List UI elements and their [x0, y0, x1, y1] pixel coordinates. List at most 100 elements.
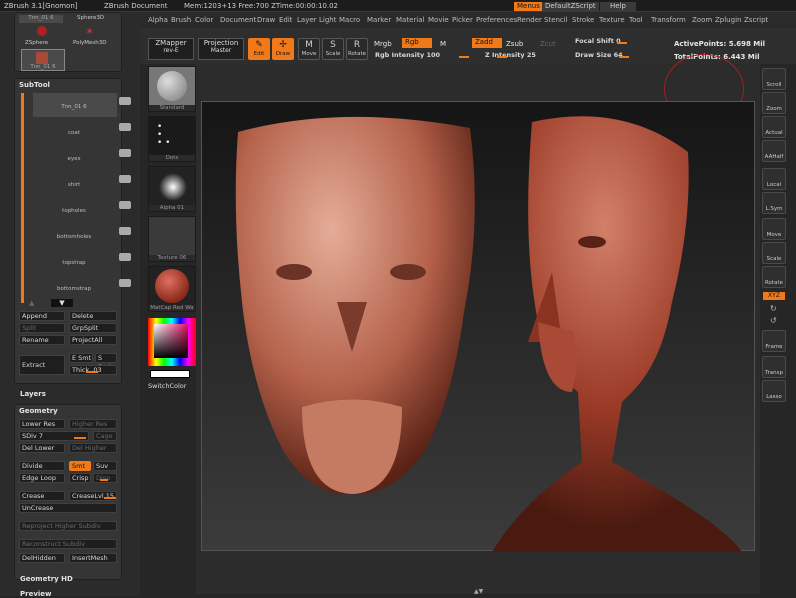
draw-size-slider[interactable]: Draw Size 64	[572, 50, 660, 60]
subtool-item[interactable]: shirt	[31, 171, 117, 189]
menu-stencil[interactable]: Stencil	[544, 16, 568, 24]
arrow-up-icon[interactable]: ▲	[29, 299, 34, 307]
rotate-button[interactable]: R Rotate	[346, 38, 368, 60]
divide-button[interactable]: Divide	[19, 461, 65, 471]
thick-slider-knob[interactable]	[86, 371, 98, 373]
menu-marker[interactable]: Marker	[367, 16, 391, 24]
zmapper-button[interactable]: ZMapper rev-E	[148, 38, 194, 60]
subtool-header[interactable]: SubTool	[19, 81, 50, 89]
secondary-color-swatch[interactable]	[150, 370, 190, 378]
menu-preferences[interactable]: Preferences	[476, 16, 517, 24]
rotate-z-icon[interactable]: ↺	[770, 316, 777, 325]
rgb-button[interactable]: Rgb	[402, 38, 432, 48]
menu-zoom[interactable]: Zoom	[692, 16, 712, 24]
draw-button[interactable]: ✢ Draw	[272, 38, 294, 60]
eye-icon[interactable]	[119, 253, 131, 261]
zoom-button[interactable]: Zoom	[762, 92, 786, 114]
disp-slider[interactable]: Disp	[93, 473, 117, 483]
reconstruct-subdiv-button[interactable]: Reconstruct Subdiv	[19, 539, 117, 549]
draw-size-knob[interactable]	[619, 56, 629, 58]
subtool-item[interactable]: Tnn_01 6	[31, 93, 117, 111]
creaselvl-slider-knob[interactable]	[104, 497, 116, 499]
smt-toggle[interactable]: Smt	[69, 461, 91, 471]
delete-button[interactable]: Delete	[69, 311, 117, 321]
rgb-intensity-knob[interactable]	[459, 56, 469, 58]
arrow-down-icon[interactable]: ▼	[51, 299, 73, 307]
eye-icon[interactable]	[119, 227, 131, 235]
eye-icon[interactable]	[119, 279, 131, 287]
reproject-higher-subdiv-button[interactable]: Reproject Higher Subdiv	[19, 521, 117, 531]
scale-view-button[interactable]: Scale	[762, 242, 786, 264]
menu-movie[interactable]: Movie	[428, 16, 449, 24]
preview-header[interactable]: Preview	[20, 590, 52, 598]
projectall-button[interactable]: ProjectAll	[69, 335, 117, 345]
subtool-item[interactable]: bottomholes	[31, 223, 117, 241]
rename-button[interactable]: Rename	[19, 335, 65, 345]
frame-button[interactable]: Frame	[762, 330, 786, 352]
subtool-item[interactable]: topholes	[31, 197, 117, 215]
edge-loop-button[interactable]: Edge Loop	[19, 473, 65, 483]
brush-standard-thumb[interactable]: Standard	[148, 66, 196, 112]
subtool-item[interactable]: bottomstrap	[31, 275, 117, 293]
eye-icon[interactable]	[119, 123, 131, 131]
crease-button[interactable]: Crease	[19, 491, 65, 501]
del-higher-button[interactable]: Del Higher	[69, 443, 117, 453]
focal-shift-knob[interactable]	[617, 42, 627, 44]
zsphere-icon[interactable]	[37, 26, 47, 36]
sdiv-slider[interactable]: SDiv 7	[19, 431, 89, 441]
stroke-dots-thumb[interactable]: • • • • Dots	[148, 116, 196, 162]
geometry-header[interactable]: Geometry	[19, 407, 58, 415]
lower-res-button[interactable]: Lower Res	[19, 419, 65, 429]
subtool-item[interactable]: eyes	[31, 145, 117, 163]
grpsplit-button[interactable]: GrpSplit	[69, 323, 117, 333]
zadd-button[interactable]: Zadd	[472, 38, 502, 48]
color-square[interactable]	[154, 324, 188, 358]
eye-icon[interactable]	[119, 201, 131, 209]
menu-material[interactable]: Material	[396, 16, 424, 24]
s-smt-slider[interactable]: S Smt	[95, 353, 117, 371]
focal-shift-slider[interactable]: Focal Shift 0	[572, 36, 660, 46]
lsym-button[interactable]: L.Sym	[762, 192, 786, 214]
menu-tool[interactable]: Tool	[629, 16, 643, 24]
menu-macro[interactable]: Macro	[339, 16, 360, 24]
del-lower-button[interactable]: Del Lower	[19, 443, 65, 453]
aahalf-button[interactable]: AAHalf	[762, 140, 786, 162]
default-zscript-button[interactable]: DefaultZScript	[542, 2, 599, 11]
rgb-intensity-slider[interactable]: Rgb Intensity 100	[372, 50, 472, 60]
menu-stroke[interactable]: Stroke	[572, 16, 594, 24]
layers-header[interactable]: Layers	[20, 390, 46, 398]
transp-button[interactable]: Transp	[762, 356, 786, 378]
menu-render[interactable]: Render	[517, 16, 542, 24]
menu-document[interactable]: Document	[220, 16, 256, 24]
rotate-view-button[interactable]: Rotate	[762, 266, 786, 288]
menu-alpha[interactable]: Alpha	[148, 16, 168, 24]
scale-button[interactable]: S Scale	[322, 38, 344, 60]
arrows-icon[interactable]: ▲▼	[474, 588, 483, 595]
geometry-hd-header[interactable]: Geometry HD	[20, 575, 73, 583]
suv-toggle[interactable]: Suv	[93, 461, 117, 471]
rotate-y-icon[interactable]: ↻	[770, 304, 777, 313]
menus-button[interactable]: Menus	[514, 2, 543, 11]
menu-picker[interactable]: Picker	[452, 16, 473, 24]
disp-slider-knob[interactable]	[100, 479, 108, 481]
menu-draw[interactable]: Draw	[257, 16, 275, 24]
color-picker[interactable]	[148, 318, 196, 366]
tool-item-zsphere[interactable]: ZSphere	[25, 40, 48, 46]
eye-icon[interactable]	[119, 149, 131, 157]
viewport-canvas[interactable]	[201, 101, 755, 553]
menu-layer[interactable]: Layer	[297, 16, 317, 24]
uncrease-button[interactable]: UnCrease	[19, 503, 117, 513]
move-button[interactable]: M Move	[298, 38, 320, 60]
menu-color[interactable]: Color	[195, 16, 213, 24]
polymesh-icon[interactable]: ✶	[85, 25, 94, 38]
local-button[interactable]: Local	[762, 168, 786, 190]
menu-edit[interactable]: Edit	[279, 16, 293, 24]
tool-item-tnn-thumb[interactable]: Tnn_01 6	[21, 49, 65, 71]
menu-zscript[interactable]: Zscript	[744, 16, 768, 24]
material-thumb[interactable]: MatCap Red Wa	[148, 266, 196, 312]
menu-texture[interactable]: Texture	[599, 16, 625, 24]
e-smt-slider[interactable]: E Smt	[69, 353, 93, 363]
edit-button[interactable]: ✎ Edit	[248, 38, 270, 60]
mrgb-button[interactable]: Mrgb	[374, 40, 392, 48]
creaselvl-slider[interactable]: CreaseLvl 15	[69, 491, 117, 501]
